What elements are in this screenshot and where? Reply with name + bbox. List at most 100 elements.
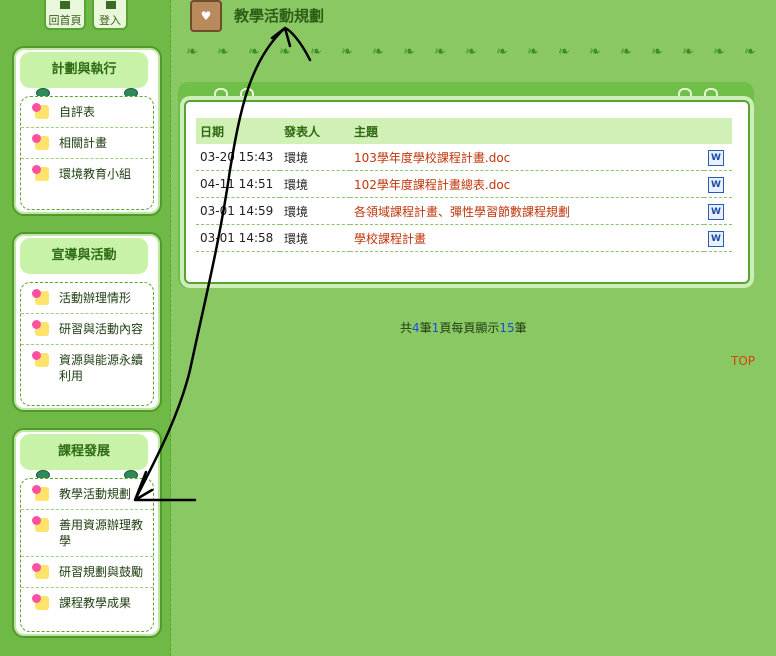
- top-link[interactable]: TOP: [731, 354, 755, 368]
- cell-topic-link[interactable]: 103學年度學校課程計畫.doc: [350, 144, 704, 171]
- note-icon: [32, 594, 49, 610]
- cell-topic-link[interactable]: 102學年度課程計畫總表.doc: [350, 170, 704, 198]
- leaf-icon: ❧: [465, 44, 477, 60]
- pager-mid1: 筆: [419, 321, 432, 335]
- leaf-icon: ❧: [372, 44, 384, 60]
- sidebar-item-label: 課程教學成果: [59, 596, 132, 610]
- sidebar-item-training[interactable]: 研習與活動內容: [21, 314, 153, 345]
- sign-heart-icon: ♥: [190, 0, 222, 32]
- word-doc-icon[interactable]: W: [708, 203, 724, 220]
- note-icon: [32, 103, 49, 119]
- table-row: 04-11 14:51 環境 102學年度課程計畫總表.doc W: [196, 170, 732, 198]
- cell-topic-link[interactable]: 學校課程計畫: [350, 224, 704, 252]
- note-icon: [32, 516, 49, 532]
- table-header-row: 日期 發表人 主題: [196, 118, 732, 144]
- sidebar-item-results[interactable]: 課程教學成果: [21, 588, 153, 618]
- col-file: [704, 118, 732, 144]
- login-button[interactable]: 登入: [92, 0, 128, 30]
- cell-file: W: [704, 144, 732, 171]
- cell-topic-link[interactable]: 各領域課程計畫、彈性學習節數課程規劃: [350, 197, 704, 225]
- cell-author: 環境: [280, 170, 350, 198]
- leaf-icon: ❧: [713, 44, 725, 60]
- table-row: 03-01 14:58 環境 學校課程計畫 W: [196, 224, 732, 252]
- table-row: 03-01 14:59 環境 各領域課程計畫、彈性學習節數課程規劃 W: [196, 197, 732, 225]
- cell-author: 環境: [280, 144, 350, 171]
- pager-count: 4: [412, 321, 420, 335]
- leaf-icon: ❧: [186, 44, 198, 60]
- panel-promo: 宣導與活動 活動辦理情形 研習與活動內容 資源與能源永續利用: [12, 232, 162, 412]
- leaf-icon: ❧: [527, 44, 539, 60]
- home-icon: [60, 1, 70, 9]
- sidebar-item-related-plan[interactable]: 相關計畫: [21, 128, 153, 159]
- note-icon: [32, 320, 49, 336]
- login-icon: [106, 1, 116, 9]
- home-button-label: 回首頁: [48, 14, 82, 27]
- cell-file: W: [704, 170, 732, 198]
- cell-date: 03-01 14:59: [196, 197, 280, 225]
- note-icon: [32, 485, 49, 501]
- sidebar-item-teaching-plan[interactable]: 教學活動規劃: [21, 479, 153, 510]
- note-icon: [32, 563, 49, 579]
- pagination-info: 共4筆1頁每頁顯示15筆: [400, 319, 527, 336]
- word-doc-icon[interactable]: W: [708, 230, 724, 247]
- panel-curriculum: 課程發展 教學活動規劃 善用資源辦理教學 研習規劃與鼓勵 課程教學成果: [12, 428, 162, 638]
- col-author: 發表人: [280, 118, 350, 144]
- page-title: 教學活動規劃: [234, 7, 325, 25]
- leaf-icon: ❧: [403, 44, 415, 60]
- sidebar-item-label: 研習規劃與鼓勵: [59, 565, 144, 579]
- word-doc-icon[interactable]: W: [708, 149, 724, 166]
- leaf-icon: ❧: [217, 44, 229, 60]
- panel-plan: 計劃與執行 自評表 相關計畫 環境教育小組: [12, 46, 162, 216]
- leaf-icon: ❧: [248, 44, 260, 60]
- panel-list: 自評表 相關計畫 環境教育小組: [20, 96, 154, 210]
- pager-prefix: 共: [400, 321, 413, 335]
- sidebar-item-training-plan[interactable]: 研習規劃與鼓勵: [21, 557, 153, 588]
- sidebar-item-env-group[interactable]: 環境教育小組: [21, 159, 153, 189]
- table-row: 03-20 15:43 環境 103學年度學校課程計畫.doc W: [196, 144, 732, 171]
- panel-title: 計劃與執行: [20, 52, 148, 88]
- article-table: 日期 發表人 主題 03-20 15:43 環境 103學年度學校課程計畫.do…: [196, 118, 732, 252]
- sidebar-item-self-eval[interactable]: 自評表: [21, 97, 153, 128]
- note-icon: [32, 165, 49, 181]
- sidebar-item-label: 善用資源辦理教學: [59, 518, 144, 548]
- cell-author: 環境: [280, 197, 350, 225]
- login-button-label: 登入: [99, 14, 121, 27]
- panel-list: 教學活動規劃 善用資源辦理教學 研習規劃與鼓勵 課程教學成果: [20, 478, 154, 632]
- leaf-icon: ❧: [620, 44, 632, 60]
- board-inner: 日期 發表人 主題 03-20 15:43 環境 103學年度學校課程計畫.do…: [184, 100, 750, 284]
- leaf-icon: ❧: [682, 44, 694, 60]
- leaf-icon: ❧: [651, 44, 663, 60]
- cell-date: 04-11 14:51: [196, 170, 280, 198]
- leaf-icon: ❧: [341, 44, 353, 60]
- panel-title: 宣導與活動: [20, 238, 148, 274]
- sidebar-item-resource-teaching[interactable]: 善用資源辦理教學: [21, 510, 153, 557]
- sidebar: 回首頁 登入 計劃與執行 自評表 相關計畫 環境教育小組 宣導與活動 活動辦理情…: [0, 0, 171, 656]
- sidebar-item-label: 研習與活動內容: [59, 322, 144, 336]
- pager-mid2: 頁每頁顯示: [439, 321, 500, 335]
- leaf-icon: ❧: [496, 44, 508, 60]
- pager-per-page: 15: [499, 321, 515, 335]
- sidebar-item-label: 相關計畫: [59, 136, 108, 150]
- cell-file: W: [704, 224, 732, 252]
- leaf-icon: ❧: [744, 44, 756, 60]
- cell-date: 03-20 15:43: [196, 144, 280, 171]
- content-board: 日期 發表人 主題 03-20 15:43 環境 103學年度學校課程計畫.do…: [178, 82, 754, 288]
- leaf-icon: ❧: [279, 44, 291, 60]
- note-icon: [32, 351, 49, 367]
- leaf-decoration: ❧ ❧ ❧ ❧ ❧ ❧ ❧ ❧ ❧ ❧ ❧ ❧ ❧ ❧ ❧ ❧ ❧ ❧ ❧: [186, 44, 766, 64]
- col-date: 日期: [196, 118, 280, 144]
- cell-author: 環境: [280, 224, 350, 252]
- panel-list: 活動辦理情形 研習與活動內容 資源與能源永續利用: [20, 282, 154, 406]
- leaf-icon: ❧: [589, 44, 601, 60]
- leaf-icon: ❧: [558, 44, 570, 60]
- pager-suffix: 筆: [514, 321, 527, 335]
- sidebar-item-label: 教學活動規劃: [59, 487, 132, 501]
- note-icon: [32, 134, 49, 150]
- sidebar-item-activities[interactable]: 活動辦理情形: [21, 283, 153, 314]
- sidebar-item-resources[interactable]: 資源與能源永續利用: [21, 345, 153, 391]
- word-doc-icon[interactable]: W: [708, 176, 724, 193]
- home-button[interactable]: 回首頁: [44, 0, 86, 30]
- sidebar-item-label: 活動辦理情形: [59, 291, 132, 305]
- cell-file: W: [704, 197, 732, 225]
- leaf-icon: ❧: [434, 44, 446, 60]
